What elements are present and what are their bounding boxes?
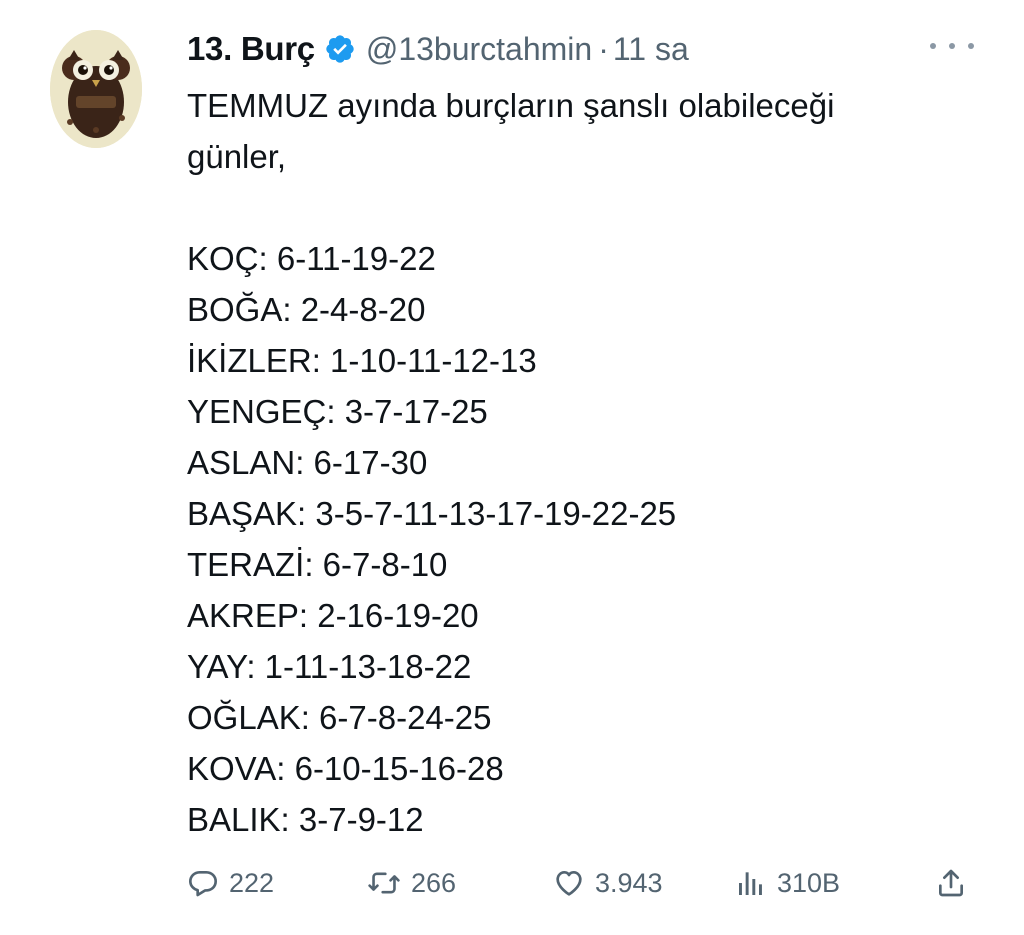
owl-avatar-icon	[50, 30, 142, 148]
tweet-card[interactable]: 13. Burç @13burctahmin · 11 sa TEMMUZ ay…	[0, 0, 1024, 935]
dot	[968, 43, 974, 49]
like-icon	[556, 871, 582, 896]
sign-line: TERAZİ: 6-7-8-10	[187, 546, 448, 583]
views-icon	[739, 872, 762, 895]
tweet-header: 13. Burç @13burctahmin · 11 sa	[187, 24, 689, 74]
views-count: 310B	[777, 867, 841, 898]
sign-line: BAŞAK: 3-5-7-11-13-17-19-22-25	[187, 495, 677, 532]
timestamp[interactable]: 11 sa	[613, 31, 689, 68]
dot	[930, 43, 936, 49]
sign-line: AKREP: 2-16-19-20	[187, 597, 479, 634]
separator-dot: ·	[598, 30, 609, 67]
action-bar: 222 266 3.943 310B	[187, 858, 977, 908]
reply-icon	[189, 871, 217, 897]
sign-line: KOÇ: 6-11-19-22	[187, 240, 436, 277]
display-name[interactable]: 13. Burç	[187, 30, 315, 68]
share-icon	[939, 869, 963, 897]
sign-line: BALIK: 3-7-9-12	[187, 801, 424, 838]
sign-line: OĞLAK: 6-7-8-24-25	[187, 699, 492, 736]
views-button[interactable]: 310B	[735, 858, 840, 908]
more-options-icon[interactable]	[930, 34, 974, 58]
sign-line: YENGEÇ: 3-7-17-25	[187, 393, 488, 430]
avatar[interactable]	[50, 30, 142, 148]
handle[interactable]: @13burctahmin	[366, 31, 592, 68]
intro-line: TEMMUZ ayında burçların şanslı olabilece…	[187, 87, 835, 124]
intro-line: günler,	[187, 138, 287, 175]
share-button[interactable]	[935, 858, 967, 908]
sign-line: BOĞA: 2-4-8-20	[187, 291, 426, 328]
sign-line: KOVA: 6-10-15-16-28	[187, 750, 504, 787]
retweet-button[interactable]: 266	[367, 858, 456, 908]
tweet-text: TEMMUZ ayında burçların şanslı olabilece…	[187, 80, 987, 845]
sign-line: İKİZLER: 1-10-11-12-13	[187, 342, 537, 379]
sign-line: YAY: 1-11-13-18-22	[187, 648, 472, 685]
reply-button[interactable]: 222	[187, 858, 274, 908]
reply-count: 222	[229, 867, 275, 898]
retweet-icon	[368, 872, 400, 894]
retweet-count: 266	[411, 867, 457, 898]
like-count: 3.943	[595, 867, 663, 898]
verified-badge-icon	[324, 33, 356, 65]
sign-line: ASLAN: 6-17-30	[187, 444, 428, 481]
like-button[interactable]: 3.943	[553, 858, 663, 908]
dot	[949, 43, 955, 49]
